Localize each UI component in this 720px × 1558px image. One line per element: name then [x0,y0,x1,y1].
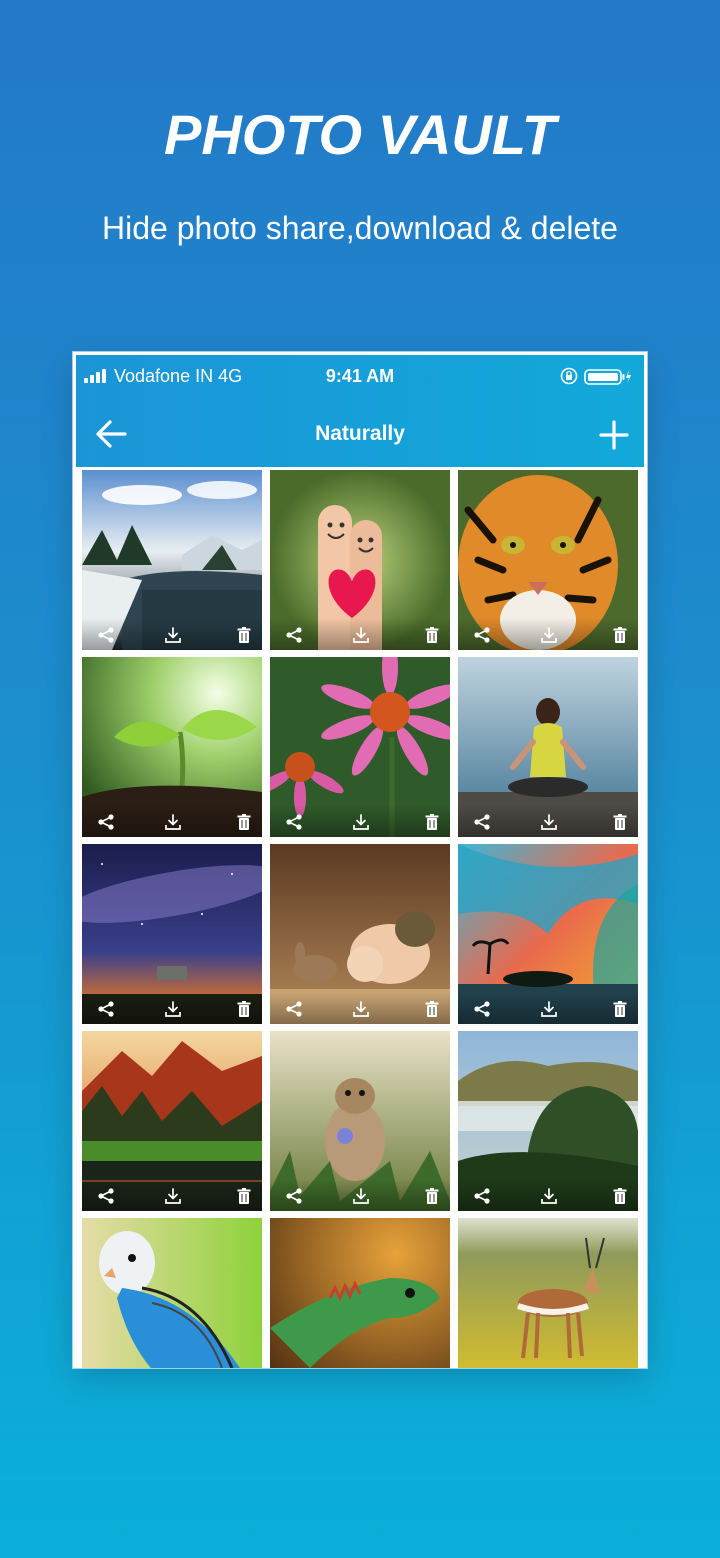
app-bar: Naturally [76,399,644,467]
photo-tile[interactable] [270,1031,450,1211]
trash-button-icon[interactable] [235,626,253,644]
download-button-icon[interactable] [540,1187,558,1205]
photo-tile[interactable] [82,1218,262,1368]
share-button-icon[interactable] [285,813,303,831]
photo-tile[interactable] [270,470,450,650]
download-button-icon[interactable] [352,626,370,644]
photo-actions [82,992,262,1024]
photo-tile[interactable] [82,844,262,1024]
photo-tile[interactable] [82,657,262,837]
trash-button-icon[interactable] [611,1000,629,1018]
share-button-icon[interactable] [97,626,115,644]
photo-tile[interactable] [270,1218,450,1368]
status-time: 9:41 AM [325,366,395,386]
photo-tile[interactable] [458,844,638,1024]
photo-actions [458,1179,638,1211]
download-button-icon[interactable] [540,813,558,831]
add-photo-icon[interactable] [598,419,630,451]
trash-button-icon[interactable] [611,813,629,831]
photo-tile[interactable] [82,1031,262,1211]
photo-thumbnail[interactable] [82,1218,262,1368]
download-button-icon[interactable] [540,626,558,644]
share-button-icon[interactable] [473,813,491,831]
share-button-icon[interactable] [97,1187,115,1205]
trash-button-icon[interactable] [235,813,253,831]
photo-actions [82,805,262,837]
photo-tile[interactable] [270,844,450,1024]
photo-actions [82,618,262,650]
download-button-icon[interactable] [164,813,182,831]
download-button-icon[interactable] [352,813,370,831]
phone-mockup: Vodafone IN 4G 9:41 AM Naturally [73,352,647,1368]
share-button-icon[interactable] [473,1000,491,1018]
photo-thumbnail[interactable] [458,1218,638,1368]
trash-button-icon[interactable] [423,813,441,831]
download-button-icon[interactable] [164,1187,182,1205]
trash-button-icon[interactable] [423,1187,441,1205]
photo-tile[interactable] [458,1031,638,1211]
trash-button-icon[interactable] [235,1187,253,1205]
photo-actions [458,805,638,837]
photo-actions [458,618,638,650]
download-button-icon[interactable] [540,1000,558,1018]
share-button-icon[interactable] [285,1000,303,1018]
photo-actions [270,805,450,837]
photo-tile[interactable] [458,470,638,650]
hero-subtitle: Hide photo share,download & delete [102,210,618,246]
share-button-icon[interactable] [473,1187,491,1205]
trash-button-icon[interactable] [423,1000,441,1018]
photo-tile[interactable] [458,657,638,837]
share-button-icon[interactable] [473,626,491,644]
share-button-icon[interactable] [97,1000,115,1018]
trash-button-icon[interactable] [611,1187,629,1205]
photo-thumbnail[interactable] [270,1218,450,1368]
photo-actions [270,1179,450,1211]
photo-tile[interactable] [270,657,450,837]
share-button-icon[interactable] [97,813,115,831]
album-title: Naturally [315,422,405,445]
download-button-icon[interactable] [352,1000,370,1018]
download-button-icon[interactable] [164,626,182,644]
photo-actions [270,992,450,1024]
battery-icon [584,369,631,385]
photo-actions [270,618,450,650]
photo-grid [82,470,638,1368]
share-button-icon[interactable] [285,626,303,644]
hero-title: PHOTO VAULT [164,103,556,166]
photo-actions [458,992,638,1024]
trash-button-icon[interactable] [423,626,441,644]
status-bar: Vodafone IN 4G 9:41 AM [76,355,644,399]
download-button-icon[interactable] [164,1000,182,1018]
trash-button-icon[interactable] [235,1000,253,1018]
trash-button-icon[interactable] [611,626,629,644]
rotation-lock-icon [560,367,578,385]
share-button-icon[interactable] [285,1187,303,1205]
photo-tile[interactable] [82,470,262,650]
download-button-icon[interactable] [352,1187,370,1205]
photo-tile[interactable] [458,1218,638,1368]
photo-actions [82,1179,262,1211]
